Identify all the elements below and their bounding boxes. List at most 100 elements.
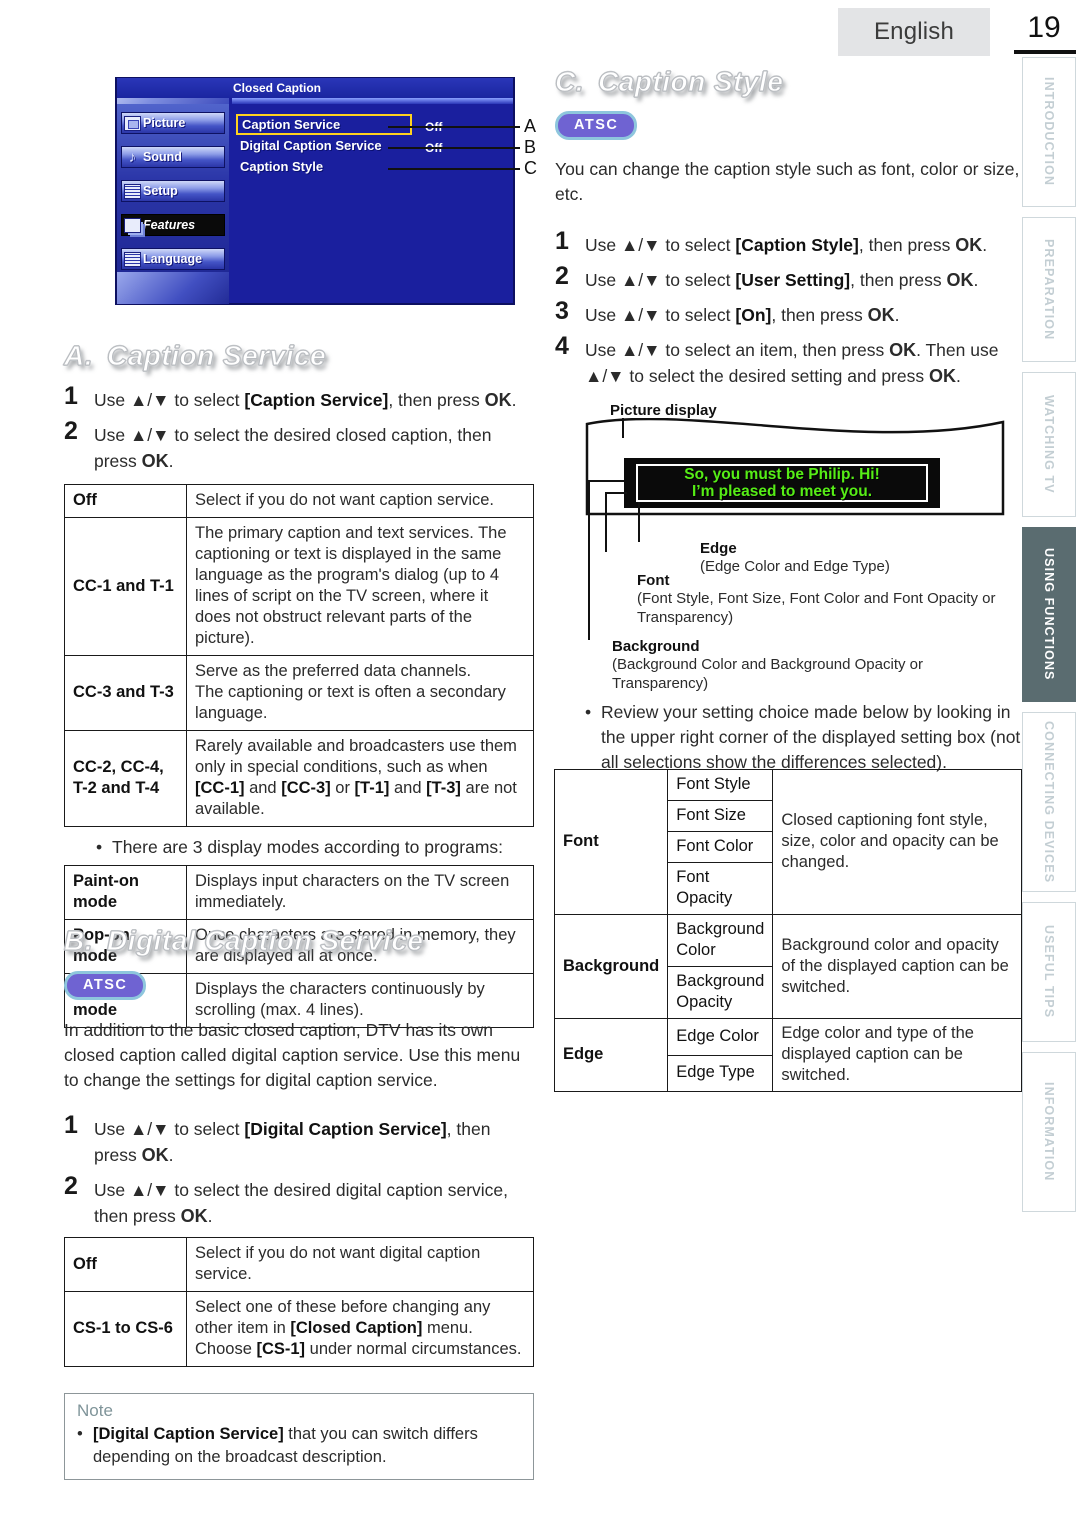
sound-icon: ♪ <box>128 148 137 166</box>
tv-menu-item-label: Features <box>143 218 196 232</box>
section-c-step: 3 Use ▲/▼ to select [On], then press OK. <box>555 299 1021 328</box>
step-text: Use ▲/▼ to select [User Setting], then p… <box>585 270 979 290</box>
row-key: CC-3 and T-3 <box>64 655 187 731</box>
step-number: 2 <box>555 262 569 290</box>
row-key: Off <box>64 1237 187 1292</box>
language-icon <box>124 251 141 267</box>
tv-menu-row-a[interactable]: Caption Service <box>236 114 412 135</box>
row-key: CS-1 to CS-6 <box>64 1291 187 1367</box>
style-description: Background color and opacity of the disp… <box>772 914 1022 1019</box>
tv-menu-item-features[interactable]: Features <box>121 214 225 236</box>
section-b-heading: B. Digital Caption Service <box>64 925 534 957</box>
section-a-step: 1 Use ▲/▼ to select [Caption Service], th… <box>64 384 534 413</box>
tv-menu-item-language[interactable]: Language <box>121 248 225 270</box>
tab-connecting-devices[interactable]: CONNECTING DEVICES <box>1022 712 1076 892</box>
edge-label: Edge <box>700 540 737 557</box>
style-item: Edge Type <box>667 1054 774 1092</box>
step-number: 1 <box>555 227 569 255</box>
row-description: Select if you do not want caption servic… <box>186 484 534 518</box>
background-label-detail: (Background Color and Background Opacity… <box>612 656 924 692</box>
tv-menu-item-sound[interactable]: ♪ Sound <box>121 146 225 168</box>
style-category: Font <box>553 769 669 915</box>
tv-menu-item-picture[interactable]: Picture <box>121 112 225 134</box>
tv-menu-title-underbar <box>232 98 513 104</box>
style-description: Edge color and type of the displayed cap… <box>772 1018 1022 1092</box>
tv-menu-row-c[interactable]: Caption Style <box>240 159 323 174</box>
tv-menu-item-label: Language <box>143 252 203 266</box>
picture-icon <box>124 115 141 131</box>
section-c-title: Caption Style <box>597 66 784 98</box>
digital-caption-service-row: CS-1 to CS-6 Select one of these before c… <box>64 1291 534 1367</box>
background-leader-hline <box>588 480 624 482</box>
callout-leader-b <box>388 147 520 149</box>
step-text: Use ▲/▼ to select [Digital Caption Servi… <box>94 1119 491 1165</box>
picture-display-label: Picture display <box>610 402 717 419</box>
step-number: 2 <box>64 417 78 445</box>
callout-leader-c <box>388 168 520 170</box>
tab-watching-tv[interactable]: WATCHING TV <box>1022 372 1076 517</box>
review-bullet-text: Review your setting choice made below by… <box>601 702 1021 772</box>
tab-information[interactable]: INFORMATION <box>1022 1052 1076 1212</box>
font-label-group: Font (Font Style, Font Size, Font Color … <box>637 572 1017 627</box>
style-description: Closed captioning font style, size, colo… <box>772 769 1022 915</box>
bullet-dot-icon: • <box>585 702 592 722</box>
tv-menu-item-label: Sound <box>143 150 182 164</box>
step-text: Use ▲/▼ to select an item, then press OK… <box>585 340 999 386</box>
bullet-dot-icon: • <box>96 837 103 857</box>
font-label-detail: (Font Style, Font Size, Font Color and F… <box>637 590 996 626</box>
style-item: Background Color <box>667 914 774 967</box>
callout-leader-a <box>388 126 520 128</box>
style-item: Font Style <box>667 769 774 801</box>
features-icon <box>124 217 141 233</box>
style-item: Background Opacity <box>667 966 774 1019</box>
display-modes-bullet-text: There are 3 display modes according to p… <box>112 837 504 857</box>
section-b-steps: 1 Use ▲/▼ to select [Digital Caption Serv… <box>64 1113 534 1229</box>
row-description: Rarely available and broadcasters use th… <box>186 730 534 827</box>
style-table-row: Background Background Color Background col… <box>553 914 1022 1019</box>
row-description: Select if you do not want digital captio… <box>186 1237 534 1292</box>
step-text: Use ▲/▼ to select the desired digital ca… <box>94 1180 509 1226</box>
step-text: Use ▲/▼ to select the desired closed cap… <box>94 425 492 471</box>
bullet-dot-icon: • <box>77 1425 83 1443</box>
tab-useful-tips[interactable]: USEFUL TIPS <box>1022 902 1076 1042</box>
section-b-step: 2 Use ▲/▼ to select the desired digital c… <box>64 1174 534 1229</box>
tab-label: INFORMATION <box>1042 1082 1056 1182</box>
tab-label: PREPARATION <box>1042 238 1056 341</box>
callout-label-a: A <box>524 116 537 136</box>
note-title: Note <box>77 1401 113 1420</box>
tab-preparation[interactable]: PREPARATION <box>1022 217 1076 362</box>
tv-menu-row-label: Caption Style <box>240 159 324 174</box>
caption-style-table: Font Font Style Closed captioning font sty… <box>553 769 1022 1092</box>
section-a-steps: 1 Use ▲/▼ to select [Caption Service], th… <box>64 384 534 474</box>
caption-service-row: Off Select if you do not want caption ser… <box>64 484 534 518</box>
page-number-rule <box>1014 50 1076 56</box>
row-key: Off <box>64 484 187 518</box>
row-description: Serve as the preferred data channels. The… <box>186 655 534 731</box>
row-description: Displays input characters on the TV scre… <box>186 865 534 920</box>
language-indicator: English <box>838 8 990 56</box>
section-b-title: Digital Caption Service <box>106 925 424 957</box>
section-b-letter: B. <box>64 925 94 957</box>
style-table-row: Edge Edge Color Edge color and type of the… <box>553 1018 1022 1092</box>
caption-service-table: Off Select if you do not want caption ser… <box>64 484 534 827</box>
tab-label: INTRODUCTION <box>1042 77 1056 187</box>
section-c-step: 4 Use ▲/▼ to select an item, then press O… <box>555 334 1021 389</box>
tab-using-functions[interactable]: USING FUNCTIONS <box>1022 527 1076 702</box>
tab-introduction[interactable]: INTRODUCTION <box>1022 57 1076 207</box>
section-c-intro: You can change the caption style such as… <box>555 159 1020 204</box>
edge-leader-line <box>638 502 640 542</box>
background-leader-line <box>588 480 590 640</box>
tv-menu-row-b[interactable]: Digital Caption Service <box>240 138 382 153</box>
tv-menu-item-label: Picture <box>143 116 186 130</box>
style-table-row: Font Font Style Closed captioning font sty… <box>553 769 1022 915</box>
tv-menu-sidebar-bottom-gloss <box>117 272 229 304</box>
font-leader-hline <box>605 492 627 494</box>
style-item: Font Color <box>667 831 774 863</box>
tv-menu-item-setup[interactable]: Setup <box>121 180 225 202</box>
style-category: Edge <box>553 1018 669 1092</box>
style-category: Background <box>553 914 669 1019</box>
note-text: [Digital Caption Service] that you can s… <box>93 1425 478 1466</box>
font-label: Font <box>637 572 670 589</box>
style-item: Font Opacity <box>667 862 774 915</box>
section-c-step: 2 Use ▲/▼ to select [User Setting], then … <box>555 264 1021 293</box>
